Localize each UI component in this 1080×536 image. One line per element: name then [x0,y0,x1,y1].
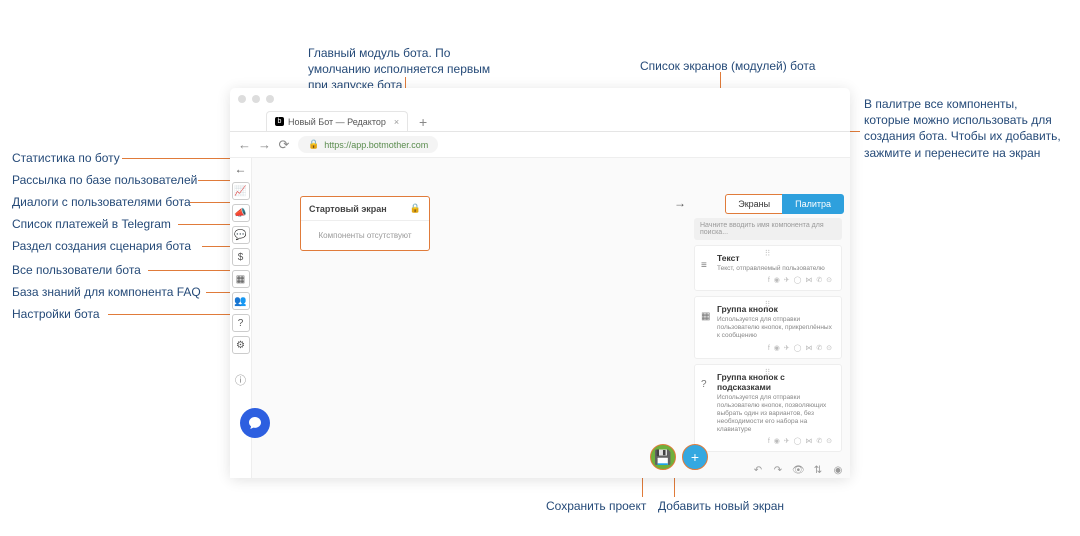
sidebar-users-button[interactable]: 👥 [232,292,250,310]
eye-icon[interactable]: 👁 [792,465,804,476]
annotation-palette-desc: В палитре все компоненты, которые можно … [864,96,1064,161]
lock-icon: 🔒 [410,203,421,214]
redo-icon[interactable]: ↷ [772,465,784,476]
lock-icon: 🔒 [308,139,319,150]
buttons-icon: ▦ [701,311,710,322]
drag-handle-icon[interactable]: ⠿ [765,249,772,258]
url-text: https://app.botmother.com [324,140,428,150]
chat-icon [247,415,263,431]
support-chat-button[interactable] [240,408,270,438]
sidebar-scenario-button[interactable]: ▦ [232,270,250,288]
leader-settings [108,314,244,315]
platform-icons: f ◉ ✈ ◯ ⋈ ✆ ⊙ [717,437,833,445]
window-max-dot[interactable] [266,95,274,103]
drag-handle-icon[interactable]: ⠿ [765,300,772,309]
drag-handle-icon[interactable]: ⠿ [765,368,772,377]
text-icon: ≡ [701,260,707,271]
editor-canvas[interactable]: Стартовый экран 🔒 Компоненты отсутствуют… [252,158,850,478]
component-desc: Используется для отправки пользователю к… [717,394,833,435]
component-text[interactable]: ⠿ ≡ Текст Текст, отправляемый пользовате… [694,245,842,291]
tab-screens[interactable]: Экраны [725,194,782,214]
browser-tabs: b Новый Бот — Редактор × + [230,110,850,132]
window-close-dot[interactable] [238,95,246,103]
platform-icons: f ◉ ✈ ◯ ⋈ ✆ ⊙ [717,276,833,284]
tab-close-icon[interactable]: × [394,117,399,127]
sidebar-info-icon[interactable]: ⓘ [235,372,246,388]
component-desc: Текст, отправляемый пользователю [717,265,833,273]
start-screen-card[interactable]: Стартовый экран 🔒 Компоненты отсутствуют [300,196,430,251]
annotation-screens-list: Список экранов (модулей) бота [640,58,815,74]
annotation-main-module: Главный модуль бота. По умолчанию исполн… [308,45,508,94]
annotation-add-screen: Добавить новый экран [658,498,784,514]
sidebar-stats-button[interactable]: 📈 [232,182,250,200]
component-title: Группа кнопок с подсказками [717,372,833,392]
nav-reload-icon[interactable]: ⟳ [278,137,290,153]
window-controls [230,88,850,110]
tab-palette[interactable]: Палитра [782,194,844,214]
browser-window: b Новый Бот — Редактор × + ← → ⟳ 🔒 https… [230,88,850,478]
component-desc: Используется для отправки пользователю к… [717,316,833,340]
tab-title: Новый Бот — Редактор [288,117,386,127]
browser-urlbar: ← → ⟳ 🔒 https://app.botmother.com [230,132,850,158]
annotation-mailing: Рассылка по базе пользователей [12,172,197,188]
nav-forward-icon[interactable]: → [258,137,270,152]
component-title: Группа кнопок [717,304,833,314]
sidebar-settings-button[interactable]: ⚙ [232,336,250,354]
annotation-faq: База знаний для компонента FAQ [12,284,201,300]
component-title: Текст [717,253,833,263]
palette-search-input[interactable]: Начните вводить имя компонента для поиск… [694,218,842,240]
component-button-group[interactable]: ⠿ ▦ Группа кнопок Используется для отпра… [694,296,842,358]
platform-icons: f ◉ ✈ ◯ ⋈ ✆ ⊙ [717,344,833,352]
undo-icon[interactable]: ↶ [752,465,764,476]
leader-save [642,475,643,497]
new-tab-button[interactable]: + [414,113,432,131]
sidebar-dialogs-button[interactable]: 💬 [232,226,250,244]
sidebar-faq-button[interactable]: ? [232,314,250,332]
palette-panel: Начните вводить имя компонента для поиск… [692,214,844,454]
annotation-settings: Настройки бота [12,306,100,322]
messenger-icon[interactable]: ◉ [832,465,844,476]
start-screen-title: Стартовый экран [309,204,387,214]
sidebar-payments-button[interactable]: $ [232,248,250,266]
bottom-toolbar: ↶ ↷ 👁 ⇅ ◉ [752,465,844,476]
annotation-users: Все пользователи бота [12,262,141,278]
nav-back-icon[interactable]: ← [238,137,250,152]
leader-add [674,475,675,497]
annotation-payments: Список платежей в Telegram [12,216,171,232]
annotation-save-project: Сохранить проект [546,498,646,514]
save-project-button[interactable]: 💾 [650,444,676,470]
annotation-scenario: Раздел создания сценария бота [12,238,191,254]
leader-stats [122,158,244,159]
browser-tab[interactable]: b Новый Бот — Редактор × [266,111,408,131]
component-button-hints[interactable]: ⠿ ? Группа кнопок с подсказками Использу… [694,364,842,453]
start-screen-empty-text: Компоненты отсутствуют [301,221,429,250]
add-screen-button[interactable]: + [682,444,708,470]
question-icon: ? [701,379,707,390]
sidebar-collapse-icon[interactable]: ← [235,162,247,176]
annotation-dialogs: Диалоги с пользователями бота [12,194,191,210]
tab-favicon: b [275,117,284,126]
right-panel-tabs: Экраны Палитра [725,194,844,214]
window-min-dot[interactable] [252,95,260,103]
app-body: ← 📈 📣 💬 $ ▦ 👥 ? ⚙ ⓘ Стартовый экран 🔒 Ко… [230,158,850,478]
address-bar[interactable]: 🔒 https://app.botmother.com [298,136,438,153]
panel-expand-icon[interactable]: → [674,196,686,210]
annotation-stats: Статистика по боту [12,150,120,166]
sidebar-mailing-button[interactable]: 📣 [232,204,250,222]
sort-icon[interactable]: ⇅ [812,465,824,476]
